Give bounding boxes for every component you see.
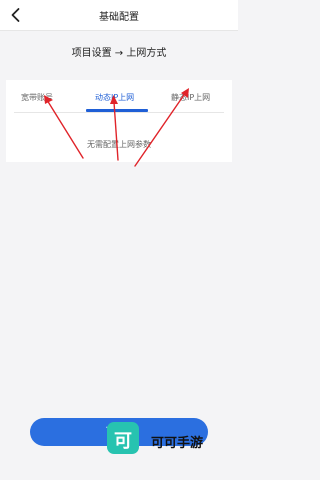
no-config-note: 无需配置上网参数	[87, 140, 151, 149]
active-tab-indicator	[86, 109, 148, 112]
tab-divider	[14, 112, 224, 113]
tab-static-ip[interactable]: 静态IP上网	[171, 92, 210, 103]
annotation-arrows	[44, 88, 189, 167]
top-bar: 基础配置	[0, 0, 238, 31]
watermark-logo: 可	[107, 422, 139, 454]
tab-dynamic-ip[interactable]: 动态IP上网	[95, 92, 134, 103]
connection-type-card: 宽带账号 动态IP上网 静态IP上网 无需配置上网参数	[6, 80, 232, 162]
tab-broadband-account[interactable]: 宽带账号	[21, 92, 53, 103]
page-title: 基础配置	[99, 12, 139, 23]
breadcrumb: 项目设置 → 上网方式	[71, 48, 167, 59]
watermark-text: 可可手游	[151, 436, 204, 451]
watermark-logo-char: 可	[114, 431, 132, 452]
